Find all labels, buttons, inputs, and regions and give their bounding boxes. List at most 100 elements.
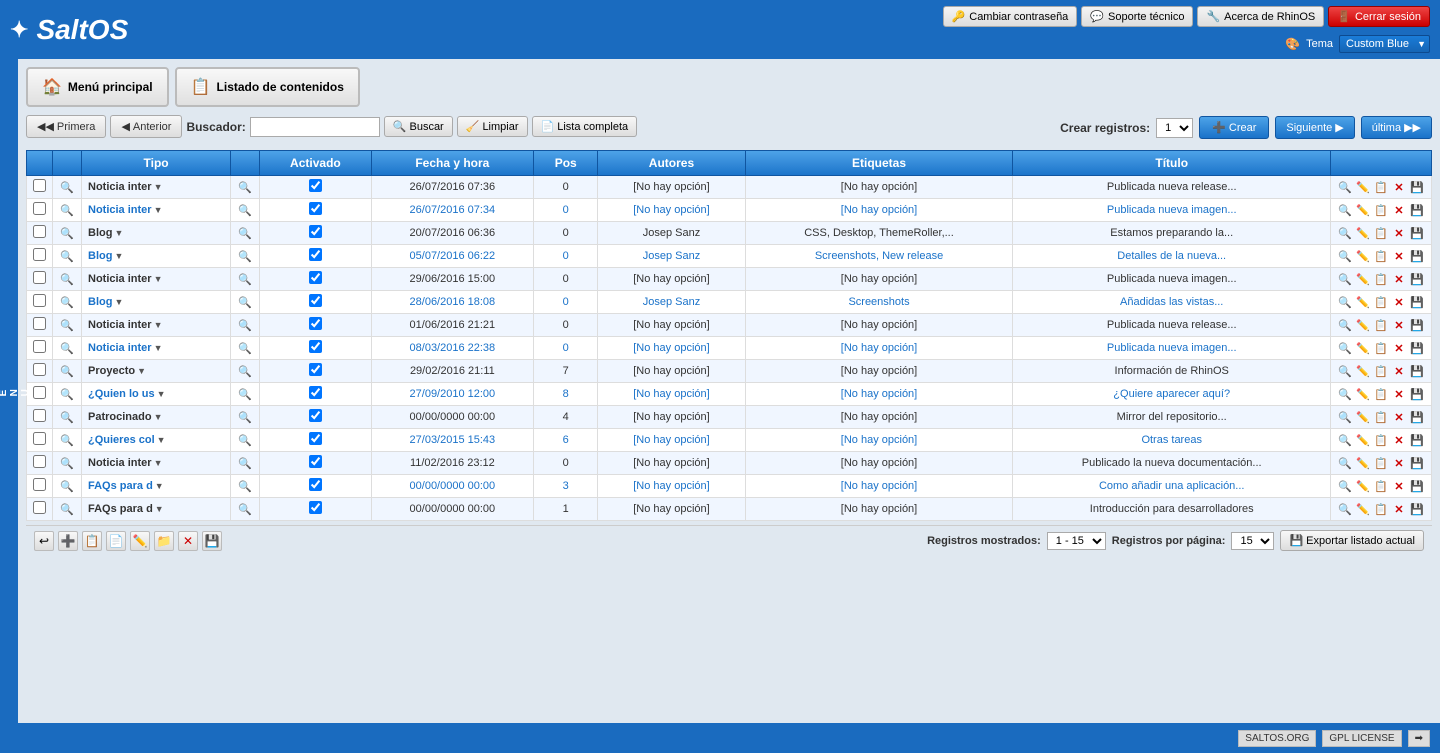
row-checkbox[interactable] [33,248,46,261]
action-delete-icon[interactable]: ✕ [1391,409,1407,425]
row-search2-icon[interactable]: 🔍 [237,271,253,287]
action-delete-icon[interactable]: ✕ [1391,294,1407,310]
action-delete-icon[interactable]: ✕ [1391,340,1407,356]
action-search-icon[interactable]: 🔍 [1337,409,1353,425]
row-checkbox[interactable] [33,363,46,376]
row-activated-checkbox[interactable] [309,248,322,261]
action-search-icon[interactable]: 🔍 [1337,363,1353,379]
action-search-icon[interactable]: 🔍 [1337,179,1353,195]
action-copy-icon[interactable]: 📋 [1373,202,1389,218]
type-dropdown-arrow[interactable]: ▼ [155,504,164,514]
primera-button[interactable]: ◀◀ Primera [26,115,106,138]
action-save-icon[interactable]: 💾 [1409,386,1425,402]
row-search-icon[interactable]: 🔍 [59,317,75,333]
action-save-icon[interactable]: 💾 [1409,501,1425,517]
row-checkbox[interactable] [33,202,46,215]
action-search-icon[interactable]: 🔍 [1337,478,1353,494]
row-search2-icon[interactable]: 🔍 [237,294,253,310]
row-search-icon[interactable]: 🔍 [59,340,75,356]
row-search2-icon[interactable]: 🔍 [237,501,253,517]
row-search2-icon[interactable]: 🔍 [237,202,253,218]
row-search2-icon[interactable]: 🔍 [237,340,253,356]
type-dropdown-arrow[interactable]: ▼ [154,343,163,353]
row-checkbox[interactable] [33,225,46,238]
support-button[interactable]: 💬 Soporte técnico [1081,6,1193,27]
row-activated-checkbox[interactable] [309,478,322,491]
saltos-org-link[interactable]: SALTOS.ORG [1238,730,1316,747]
action-search-icon[interactable]: 🔍 [1337,202,1353,218]
action-edit-icon[interactable]: ✏️ [1355,248,1371,264]
action-delete-icon[interactable]: ✕ [1391,363,1407,379]
row-activated-checkbox[interactable] [309,179,322,192]
action-edit-icon[interactable]: ✏️ [1355,202,1371,218]
row-checkbox[interactable] [33,271,46,284]
action-delete-icon[interactable]: ✕ [1391,202,1407,218]
row-search2-icon[interactable]: 🔍 [237,409,253,425]
type-dropdown-arrow[interactable]: ▼ [114,228,123,238]
row-checkbox[interactable] [33,409,46,422]
lista-completa-button[interactable]: 📄 Lista completa [532,116,638,137]
row-search2-icon[interactable]: 🔍 [237,386,253,402]
siguiente-button[interactable]: Siguiente ▶ [1275,116,1354,139]
action-save-icon[interactable]: 💾 [1409,363,1425,379]
action-search-icon[interactable]: 🔍 [1337,248,1353,264]
action-search-icon[interactable]: 🔍 [1337,271,1353,287]
action-edit-icon[interactable]: ✏️ [1355,317,1371,333]
action-save-icon[interactable]: 💾 [1409,455,1425,471]
footer-copy-icon[interactable]: 📋 [82,531,102,551]
footer-back-icon[interactable]: ↩ [34,531,54,551]
row-search2-icon[interactable]: 🔍 [237,455,253,471]
action-save-icon[interactable]: 💾 [1409,317,1425,333]
action-delete-icon[interactable]: ✕ [1391,432,1407,448]
type-dropdown-arrow[interactable]: ▼ [137,366,146,376]
action-search-icon[interactable]: 🔍 [1337,455,1353,471]
row-search2-icon[interactable]: 🔍 [237,478,253,494]
registros-mostrados-select[interactable]: 1 - 15 [1047,532,1106,550]
action-copy-icon[interactable]: 📋 [1373,340,1389,356]
row-activated-checkbox[interactable] [309,340,322,353]
action-copy-icon[interactable]: 📋 [1373,248,1389,264]
action-search-icon[interactable]: 🔍 [1337,340,1353,356]
row-search-icon[interactable]: 🔍 [59,271,75,287]
row-search2-icon[interactable]: 🔍 [237,363,253,379]
gpl-license-link[interactable]: GPL LICENSE [1322,730,1401,747]
row-activated-checkbox[interactable] [309,225,322,238]
footer-delete-icon[interactable]: ✕ [178,531,198,551]
row-checkbox[interactable] [33,340,46,353]
row-search-icon[interactable]: 🔍 [59,501,75,517]
row-search-icon[interactable]: 🔍 [59,294,75,310]
row-search2-icon[interactable]: 🔍 [237,317,253,333]
row-activated-checkbox[interactable] [309,501,322,514]
action-edit-icon[interactable]: ✏️ [1355,225,1371,241]
row-activated-checkbox[interactable] [309,409,322,422]
action-save-icon[interactable]: 💾 [1409,432,1425,448]
registros-por-pagina-select[interactable]: 15 [1231,532,1274,550]
type-dropdown-arrow[interactable]: ▼ [114,251,123,261]
footer-add-icon[interactable]: ➕ [58,531,78,551]
action-search-icon[interactable]: 🔍 [1337,432,1353,448]
action-delete-icon[interactable]: ✕ [1391,179,1407,195]
action-edit-icon[interactable]: ✏️ [1355,179,1371,195]
action-delete-icon[interactable]: ✕ [1391,386,1407,402]
logout-button[interactable]: 🚪 Cerrar sesión [1328,6,1430,27]
row-search-icon[interactable]: 🔍 [59,248,75,264]
row-search-icon[interactable]: 🔍 [59,432,75,448]
row-search-icon[interactable]: 🔍 [59,225,75,241]
action-delete-icon[interactable]: ✕ [1391,317,1407,333]
type-dropdown-arrow[interactable]: ▼ [154,274,163,284]
ultima-button[interactable]: última ▶▶ [1361,116,1432,139]
type-dropdown-arrow[interactable]: ▼ [154,205,163,215]
row-checkbox[interactable] [33,386,46,399]
about-button[interactable]: 🔧 Acerca de RhinOS [1197,6,1324,27]
row-checkbox[interactable] [33,455,46,468]
row-search-icon[interactable]: 🔍 [59,202,75,218]
row-activated-checkbox[interactable] [309,455,322,468]
crear-button[interactable]: ➕ Crear [1199,116,1269,139]
arrow-link[interactable]: ➡ [1408,730,1430,747]
side-menu-tab[interactable]: MENU [0,59,18,723]
action-save-icon[interactable]: 💾 [1409,225,1425,241]
action-save-icon[interactable]: 💾 [1409,248,1425,264]
action-edit-icon[interactable]: ✏️ [1355,455,1371,471]
row-activated-checkbox[interactable] [309,294,322,307]
action-save-icon[interactable]: 💾 [1409,478,1425,494]
